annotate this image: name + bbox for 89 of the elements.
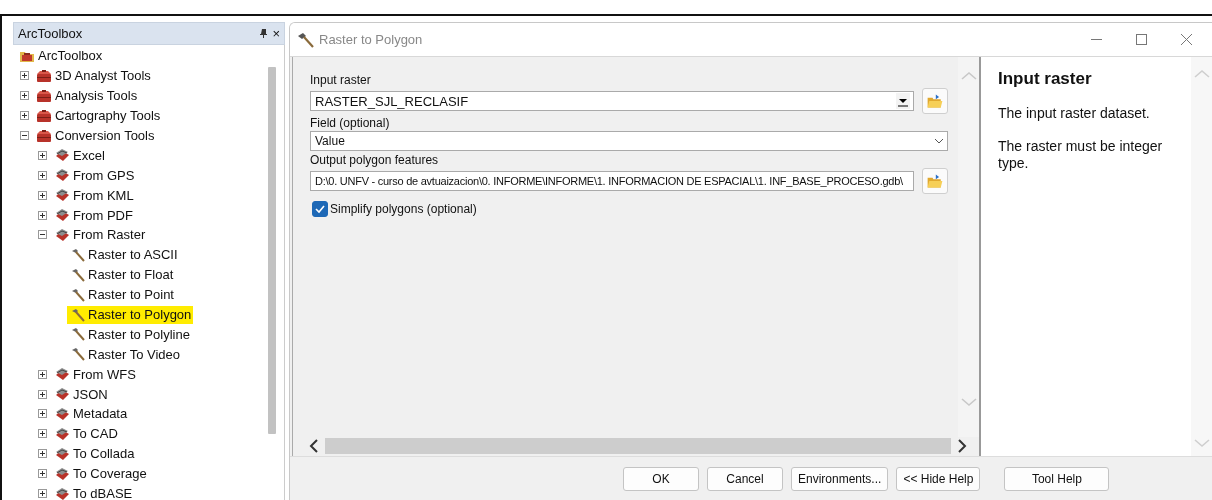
tree-item[interactable]: Cartography Tools — [34, 106, 163, 125]
help-text: The raster must be integer type. — [998, 138, 1164, 172]
toolbox-icon — [36, 67, 52, 84]
dialog-button[interactable]: OK — [623, 467, 699, 491]
tree-item[interactable]: Raster To Video — [67, 345, 183, 364]
field-label: Output polygon features — [310, 153, 440, 168]
checkbox-label: Simplify polygons (optional) — [330, 202, 477, 216]
toolbox-icon — [36, 87, 52, 104]
close-button[interactable]: × — [272, 26, 280, 41]
toolbox-icon — [36, 107, 52, 124]
tree-item[interactable]: From Raster — [52, 225, 148, 244]
tree-item[interactable]: 3D Analyst Tools — [34, 66, 153, 85]
dialog-button[interactable]: << Hide Help — [896, 467, 981, 491]
expand-toggle[interactable] — [38, 190, 47, 200]
dialog-button[interactable]: Tool Help — [1004, 467, 1110, 491]
tree-item[interactable]: Raster to Polyline — [67, 325, 192, 344]
expand-toggle[interactable] — [20, 111, 29, 121]
tree-item[interactable]: From WFS — [52, 365, 138, 384]
field-value: D:\0. UNFV - curso de avtuaizacion\0. INFORME\INFORME\1. INFORMACION DE ESPACIAL\1. INF_BASE_PROCESO.gdb\ — [315, 175, 903, 187]
folder-icon — [926, 172, 944, 190]
toolset-icon — [54, 445, 70, 462]
toolset-icon — [54, 167, 70, 184]
field-label: Input raster — [310, 73, 372, 88]
expand-toggle[interactable] — [20, 131, 29, 140]
toolset-icon — [54, 425, 70, 442]
scroll-right-icon[interactable] — [957, 438, 967, 453]
toolset-icon — [54, 147, 70, 164]
expand-toggle[interactable] — [38, 409, 47, 419]
dialog-button[interactable]: Environments... — [791, 467, 889, 491]
expand-toggle[interactable] — [38, 489, 47, 499]
tree-item[interactable]: From PDF — [52, 206, 135, 225]
help-text: The input raster dataset. — [998, 105, 1151, 122]
tree-item[interactable]: Raster to Polygon — [67, 305, 194, 324]
panel-title: ArcToolbox — [18, 26, 84, 41]
dropdown-field[interactable]: RASTER_SJL_RECLASIF — [310, 91, 914, 111]
chevron-down-icon — [934, 138, 944, 144]
dialog-title: Raster to Polygon — [319, 32, 424, 47]
expand-toggle[interactable] — [38, 210, 47, 220]
expand-toggle[interactable] — [20, 91, 29, 101]
scroll-left-icon[interactable] — [309, 438, 319, 453]
toolset-icon — [54, 405, 70, 422]
toolset-icon — [54, 207, 70, 224]
tree-item[interactable]: From GPS — [52, 166, 137, 185]
checkbox[interactable] — [312, 201, 328, 217]
toolset-icon — [54, 386, 70, 403]
expand-toggle[interactable] — [38, 170, 47, 180]
field-value: Value — [315, 134, 345, 148]
toolset-icon — [54, 485, 70, 500]
tree-item[interactable]: Metadata — [52, 404, 130, 423]
expand-toggle[interactable] — [38, 389, 47, 399]
field-value: RASTER_SJL_RECLASIF — [315, 93, 469, 109]
tree-item[interactable]: ArcToolbox — [17, 46, 105, 65]
toolset-icon — [54, 465, 70, 482]
tree-item[interactable]: Conversion Tools — [34, 126, 157, 145]
tree-item[interactable]: Raster to ASCII — [67, 245, 180, 264]
tree-item[interactable]: To Collada — [52, 444, 137, 463]
tree-item[interactable]: Raster to Float — [67, 265, 176, 284]
toolbox-icon — [36, 127, 52, 144]
tree-item[interactable]: JSON — [52, 385, 110, 404]
close-icon[interactable] — [1181, 34, 1192, 45]
expand-toggle[interactable] — [38, 369, 47, 379]
toolset-icon — [54, 187, 70, 204]
expand-toggle[interactable] — [38, 429, 47, 439]
tree-item[interactable]: Raster to Point — [67, 285, 176, 304]
hammer-icon — [296, 30, 314, 49]
expand-toggle[interactable] — [20, 71, 29, 81]
tree-item[interactable]: To CAD — [52, 424, 120, 443]
maximize-icon[interactable] — [1136, 34, 1147, 45]
tree-item[interactable]: Analysis Tools — [34, 86, 140, 105]
tree-item[interactable]: From KML — [52, 186, 136, 205]
expand-toggle[interactable] — [38, 230, 47, 240]
scrollbar-thumb[interactable] — [268, 67, 276, 434]
toolset-icon — [54, 226, 70, 243]
dropdown-field[interactable]: Value — [310, 131, 948, 151]
tree-item[interactable]: To dBASE — [52, 484, 135, 500]
scrollbar-thumb[interactable] — [325, 437, 951, 454]
folder-icon — [926, 92, 944, 110]
toolset-icon — [54, 366, 70, 383]
check-icon — [314, 203, 326, 215]
pin-icon[interactable] — [259, 28, 269, 39]
path-field[interactable]: D:\0. UNFV - curso de avtuaizacion\0. INFORME\INFORME\1. INFORMACION DE ESPACIAL\1. INF_BASE_PROCESO.gdb\ — [310, 171, 914, 191]
tree-item[interactable]: Excel — [52, 146, 107, 165]
expand-toggle[interactable] — [38, 449, 47, 459]
expand-toggle[interactable] — [38, 469, 47, 479]
field-label: Field (optional) — [310, 116, 391, 131]
tree-item[interactable]: To Coverage — [52, 464, 149, 483]
help-title: Input raster — [998, 69, 1093, 89]
dialog-button[interactable]: Cancel — [707, 467, 783, 491]
expand-toggle[interactable] — [38, 150, 47, 160]
